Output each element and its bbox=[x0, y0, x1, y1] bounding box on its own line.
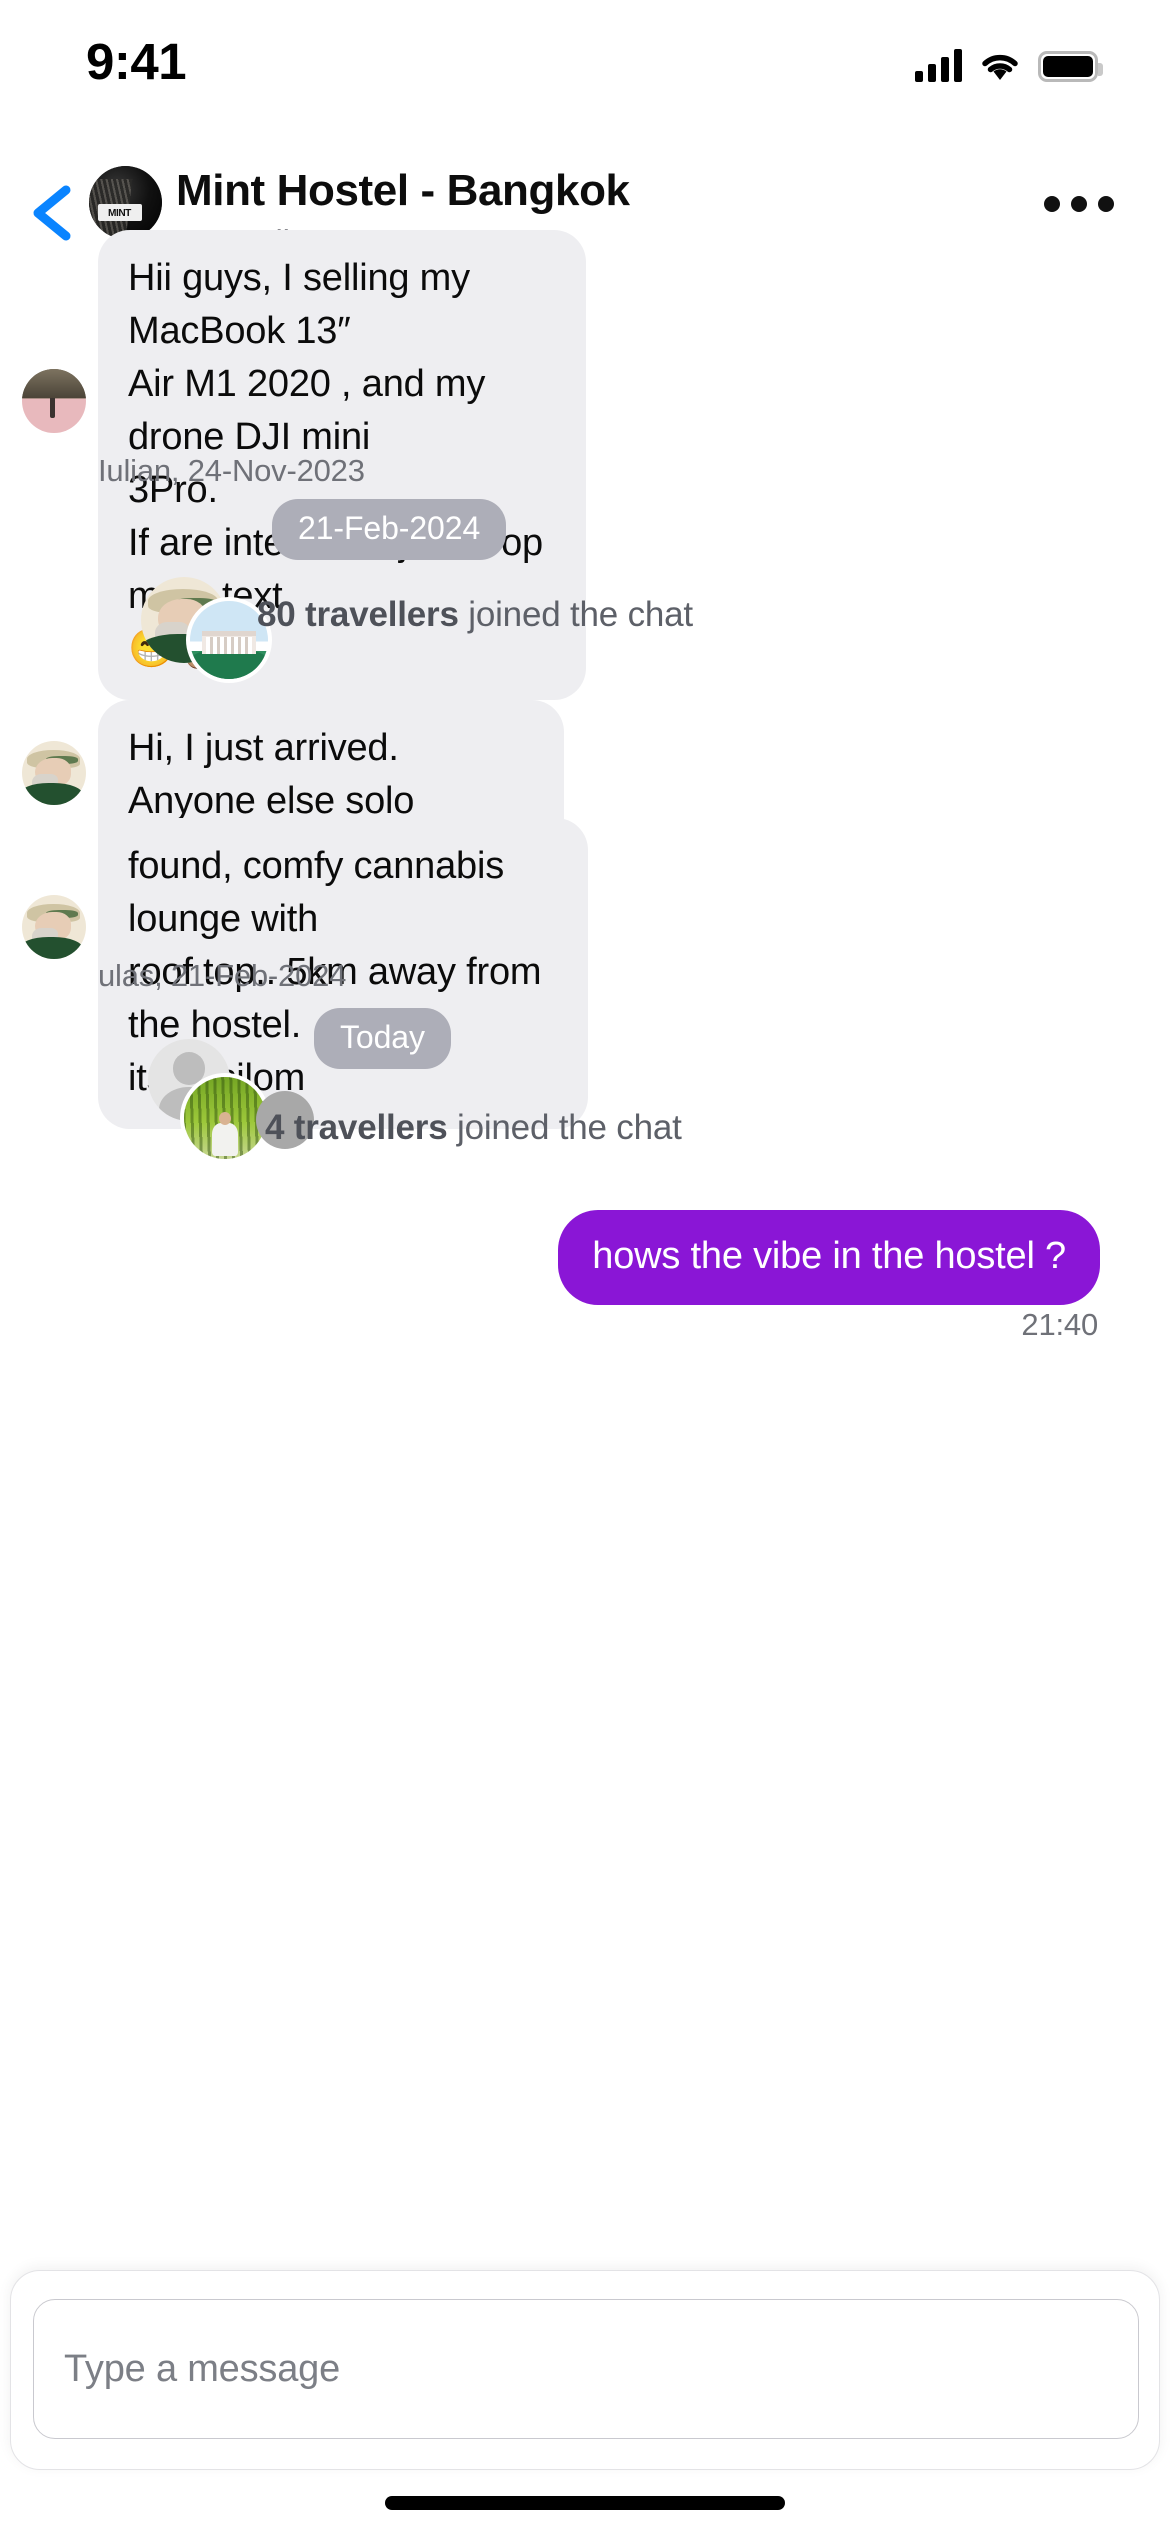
avatar-person bbox=[211, 1111, 239, 1156]
join-suffix-label: joined the chat bbox=[458, 595, 693, 634]
battery-icon bbox=[1038, 51, 1103, 82]
avatar-shirt bbox=[22, 783, 84, 805]
phone-screen: 9:41 MINT Mint Hostel - Bangkok Hii guys… bbox=[0, 0, 1170, 2532]
message-list[interactable]: Hii guys, I selling my MacBook 13″ Air M… bbox=[0, 230, 1170, 2260]
avatar-capped-man[interactable] bbox=[22, 895, 86, 959]
avatar-beach-traveller[interactable] bbox=[22, 369, 86, 433]
system-join-message: 80 travellers joined the chat bbox=[257, 595, 693, 635]
message-bubble-outgoing[interactable]: hows the vibe in the hostel ? bbox=[558, 1210, 1100, 1305]
avatar-sign: MINT bbox=[97, 203, 142, 222]
message-timestamp: 21:40 bbox=[1021, 1307, 1098, 1342]
message-input-placeholder: Type a message bbox=[64, 2347, 341, 2390]
page-title: Mint Hostel - Bangkok bbox=[176, 166, 630, 215]
status-bar: 9:41 bbox=[0, 0, 1170, 150]
message-meta: ulas, 21-Feb-2024 bbox=[98, 958, 347, 993]
avatar-sign-label: MINT bbox=[108, 207, 132, 219]
join-count-label: 80 travellers bbox=[257, 595, 459, 634]
date-divider-chip: Today bbox=[314, 1008, 451, 1069]
wifi-icon bbox=[979, 50, 1021, 82]
system-join-message: 4 travellers joined the chat bbox=[265, 1108, 682, 1148]
home-indicator bbox=[385, 2496, 785, 2510]
cellular-signal-icon bbox=[915, 49, 962, 82]
group-avatar[interactable]: MINT bbox=[89, 166, 162, 239]
avatar-shirt bbox=[22, 937, 84, 959]
join-suffix-label: joined the chat bbox=[447, 1108, 682, 1147]
message-meta: Iulian, 24-Nov-2023 bbox=[98, 453, 365, 488]
more-options-icon[interactable] bbox=[1044, 196, 1114, 212]
status-bar-indicators bbox=[915, 40, 1103, 82]
avatar-columns bbox=[205, 636, 253, 655]
date-divider-chip: 21-Feb-2024 bbox=[272, 499, 507, 560]
status-bar-time: 9:41 bbox=[86, 33, 187, 90]
message-composer: Type a message bbox=[10, 2270, 1160, 2470]
avatar-capped-man[interactable] bbox=[22, 741, 86, 805]
join-count-label: 4 travellers bbox=[265, 1108, 448, 1147]
back-button[interactable] bbox=[22, 180, 84, 246]
message-input[interactable]: Type a message bbox=[33, 2299, 1139, 2439]
